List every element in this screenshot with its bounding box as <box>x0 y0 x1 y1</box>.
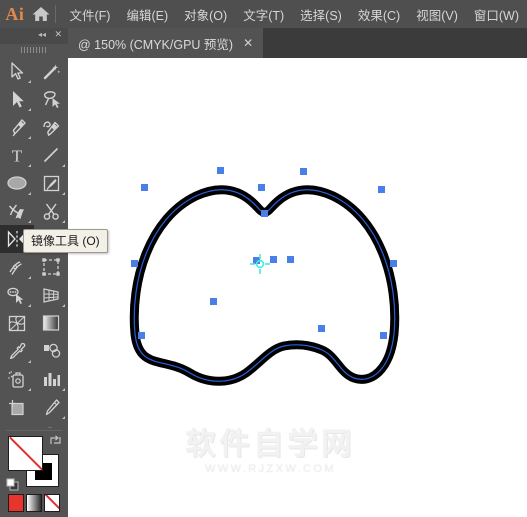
grip-lines-icon <box>21 47 47 53</box>
tool-pen[interactable] <box>0 113 34 141</box>
menu-select[interactable]: 选择(S) <box>292 0 350 28</box>
flyout-indicator-icon <box>28 276 31 279</box>
bone-shape-group <box>129 185 400 386</box>
flyout-indicator-icon <box>62 388 65 391</box>
anchor-point <box>270 256 277 263</box>
tool-ellipse[interactable] <box>0 169 34 197</box>
anchor-point <box>378 186 385 193</box>
menu-edit[interactable]: 编辑(E) <box>118 0 176 28</box>
anchor-point <box>217 167 224 174</box>
flyout-indicator-icon <box>28 80 31 83</box>
swatch-row <box>8 494 62 514</box>
flyout-indicator-icon <box>28 164 31 167</box>
tool-direct-selection[interactable] <box>0 85 34 113</box>
tools-grid: T <box>0 57 68 449</box>
flyout-indicator-icon <box>62 304 65 307</box>
menu-type[interactable]: 文字(T) <box>235 0 292 28</box>
flyout-indicator-icon <box>28 108 31 111</box>
illustrator-window: Ai 文件(F) 编辑(E) 对象(O) 文字(T) 选择(S) 效果(C) 视… <box>0 0 527 517</box>
tool-free-transform[interactable] <box>34 253 68 281</box>
anchor-point <box>261 210 268 217</box>
tool-gradient[interactable] <box>34 309 68 337</box>
tool-slice[interactable] <box>34 393 68 421</box>
panel-grip-handle[interactable] <box>0 44 68 56</box>
color-swatch[interactable] <box>8 494 24 512</box>
tools-panel: ◂◂ ✕ T <box>0 28 68 517</box>
menu-object[interactable]: 对象(O) <box>176 0 235 28</box>
close-icon[interactable]: ✕ <box>54 30 62 39</box>
tools-panel-header[interactable]: ◂◂ ✕ <box>0 28 68 44</box>
none-slash-icon <box>9 437 42 470</box>
tool-selection[interactable] <box>0 57 34 85</box>
flyout-indicator-icon <box>28 304 31 307</box>
anchor-point <box>390 260 397 267</box>
flyout-indicator-icon <box>62 192 65 195</box>
flyout-indicator-icon <box>28 220 31 223</box>
collapse-icon[interactable]: ◂◂ <box>38 31 46 39</box>
fill-stroke-control <box>6 434 62 491</box>
flyout-indicator-icon <box>62 416 65 419</box>
tool-symbol-sprayer[interactable] <box>0 365 34 393</box>
tool-column-graph[interactable] <box>34 365 68 393</box>
tool-tooltip: 镜像工具 (O) <box>23 229 108 253</box>
tool-magic-wand[interactable] <box>34 57 68 85</box>
document-tab-title: @ 150% (CMYK/GPU 预览) <box>78 37 234 52</box>
tool-width[interactable] <box>0 253 34 281</box>
tool-type[interactable]: T <box>0 141 34 169</box>
menu-window[interactable]: 窗口(W) <box>466 0 527 28</box>
bone-shape-stroke <box>129 185 400 386</box>
tool-blend[interactable] <box>34 337 68 365</box>
flyout-indicator-icon <box>28 136 31 139</box>
tool-scissors[interactable] <box>34 197 68 225</box>
tool-shaper[interactable] <box>0 197 34 225</box>
flyout-indicator-icon <box>62 164 65 167</box>
tool-perspective-grid[interactable] <box>34 281 68 309</box>
anchor-point <box>300 168 307 175</box>
tool-mesh[interactable] <box>0 309 34 337</box>
ai-logo: Ai <box>5 3 25 24</box>
flyout-indicator-icon <box>28 360 31 363</box>
tool-eyedropper[interactable] <box>0 337 34 365</box>
menu-effect[interactable]: 效果(C) <box>350 0 408 28</box>
anchor-point <box>380 332 387 339</box>
document-tab[interactable]: @ 150% (CMYK/GPU 预览) ✕ <box>68 28 264 58</box>
none-slash-icon <box>45 495 59 511</box>
tool-shape-builder[interactable] <box>0 281 34 309</box>
anchor-point <box>287 256 294 263</box>
anchor-point <box>210 298 217 305</box>
anchor-point <box>258 184 265 191</box>
flyout-indicator-icon <box>62 220 65 223</box>
anchor-point <box>131 260 138 267</box>
close-icon[interactable]: ✕ <box>243 37 253 49</box>
tool-paintbrush[interactable] <box>34 169 68 197</box>
color-controls <box>0 428 68 517</box>
tool-curvature[interactable] <box>34 113 68 141</box>
anchor-point <box>138 332 145 339</box>
svg-text:T: T <box>12 146 23 165</box>
fill-swatch[interactable] <box>8 436 43 471</box>
anchor-points <box>131 167 397 339</box>
home-icon[interactable] <box>30 0 53 28</box>
tool-artboard[interactable] <box>0 393 34 421</box>
menu-bar: Ai 文件(F) 编辑(E) 对象(O) 文字(T) 选择(S) 效果(C) 视… <box>0 0 527 28</box>
anchor-point <box>318 325 325 332</box>
flyout-indicator-icon <box>28 388 31 391</box>
none-swatch[interactable] <box>44 494 60 512</box>
default-fill-stroke-icon[interactable] <box>6 478 20 492</box>
panel-divider <box>6 430 62 431</box>
menu-file[interactable]: 文件(F) <box>62 0 119 28</box>
tool-line-segment[interactable] <box>34 141 68 169</box>
tool-lasso[interactable] <box>34 85 68 113</box>
gradient-swatch[interactable] <box>26 494 42 512</box>
menu-items: 文件(F) 编辑(E) 对象(O) 文字(T) 选择(S) 效果(C) 视图(V… <box>62 0 527 28</box>
swap-fill-stroke-icon[interactable] <box>49 434 62 447</box>
canvas-area[interactable]: 软件自学网 WWW.RJZXW.COM <box>68 58 527 517</box>
menu-view[interactable]: 视图(V) <box>408 0 466 28</box>
document-tab-bar: @ 150% (CMYK/GPU 预览) ✕ <box>0 28 527 58</box>
menubar-divider <box>54 5 56 23</box>
anchor-point <box>141 184 148 191</box>
artwork-svg <box>129 167 400 386</box>
flyout-indicator-icon <box>28 192 31 195</box>
